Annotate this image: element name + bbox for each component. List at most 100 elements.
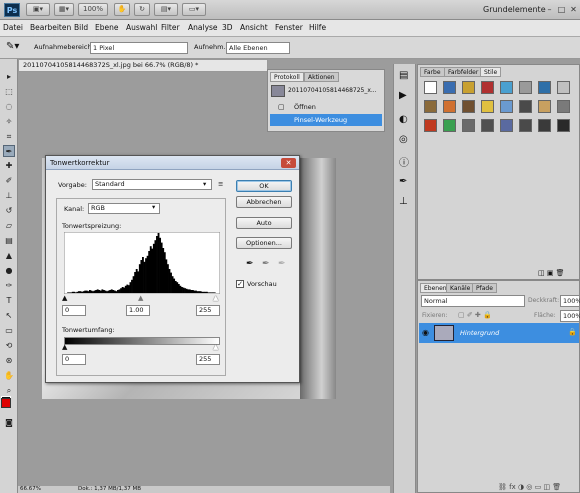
view-extras-button[interactable]: ▦▾ <box>54 3 74 16</box>
style-swatch[interactable] <box>538 119 551 132</box>
style-swatch[interactable] <box>538 100 551 113</box>
style-swatch[interactable] <box>557 100 570 113</box>
snapshot-label[interactable]: 20110704105814468725_x... <box>288 87 377 94</box>
tab-kanaele[interactable]: Kanäle <box>446 283 475 293</box>
rotate-view-button[interactable]: ↻ <box>134 3 150 16</box>
brush-dock-icon[interactable]: ✒ <box>399 176 407 187</box>
screen-mode-button[interactable]: ▭▾ <box>182 3 206 16</box>
output-white-field[interactable]: 255 <box>196 354 220 365</box>
blur-tool-icon[interactable]: ▲ <box>3 250 15 262</box>
tab-pfade[interactable]: Pfade <box>472 283 497 293</box>
channel-select[interactable]: RGB <box>88 203 160 214</box>
stamp-tool-icon[interactable]: ⊥ <box>3 190 15 202</box>
tab-protokoll[interactable]: Protokoll <box>270 72 304 82</box>
menu-hilfe[interactable]: Hilfe <box>309 23 326 32</box>
gamma-input-slider[interactable]: ▲ <box>138 294 143 302</box>
type-tool-icon[interactable]: T <box>3 295 15 307</box>
blend-mode-select[interactable]: Normal <box>421 295 525 307</box>
history-brush-icon[interactable]: ↺ <box>3 205 15 217</box>
layer-name[interactable]: Hintergrund <box>460 329 499 337</box>
sample-select[interactable]: Alle Ebenen <box>226 42 290 54</box>
quick-mask-icon[interactable]: ◙ <box>3 417 15 429</box>
style-swatch[interactable] <box>443 100 456 113</box>
dialog-close-icon[interactable]: ✕ <box>281 158 296 168</box>
eraser-tool-icon[interactable]: ▱ <box>3 220 15 232</box>
style-swatch[interactable] <box>557 119 570 132</box>
style-swatch[interactable] <box>519 100 532 113</box>
history-item-open[interactable]: Öffnen <box>294 103 316 111</box>
style-swatch[interactable] <box>557 81 570 94</box>
zoom-level-select[interactable]: 100% <box>78 3 108 16</box>
tab-stile[interactable]: Stile <box>480 67 502 77</box>
dodge-tool-icon[interactable]: ● <box>3 265 15 277</box>
style-swatch[interactable] <box>481 100 494 113</box>
style-swatch[interactable] <box>538 81 551 94</box>
panel-footer-icons[interactable]: ◫ ▣ 🗑 <box>538 269 565 277</box>
info-dock-icon[interactable]: ⓘ <box>399 154 409 169</box>
style-swatch[interactable] <box>424 100 437 113</box>
arrange-documents-button[interactable]: ▤▾ <box>154 3 178 16</box>
hand-tool-button[interactable]: ✋ <box>114 3 130 16</box>
masks-dock-icon[interactable]: ◎ <box>399 134 408 145</box>
close-icon[interactable]: ✕ <box>568 4 579 15</box>
style-swatch[interactable] <box>443 119 456 132</box>
preset-dropdown-icon[interactable]: ▾ <box>203 180 206 188</box>
move-tool-icon[interactable]: ▸ <box>3 71 15 83</box>
adjustments-dock-icon[interactable]: ◐ <box>399 114 408 125</box>
style-swatch[interactable] <box>519 119 532 132</box>
document-tab[interactable]: 20110704105814468372S_xl.jpg bei 66.7% (… <box>18 59 268 72</box>
white-eyedropper-icon[interactable]: ✒ <box>278 259 286 269</box>
style-swatch[interactable] <box>424 119 437 132</box>
hand-tool-icon[interactable]: ✋ <box>3 370 15 382</box>
background-color-swatch[interactable] <box>1 398 11 408</box>
shape-tool-icon[interactable]: ▭ <box>3 325 15 337</box>
menu-datei[interactable]: Datei <box>3 23 23 32</box>
eyedropper-icon[interactable]: ✎▾ <box>6 41 19 52</box>
pen-tool-icon[interactable]: ✑ <box>3 280 15 292</box>
minimize-icon[interactable]: – <box>544 4 555 15</box>
menu-ebene[interactable]: Ebene <box>95 23 118 32</box>
preset-select[interactable]: Standard <box>92 179 212 190</box>
style-swatch[interactable] <box>500 100 513 113</box>
tab-farbfelder[interactable]: Farbfelder <box>444 67 483 77</box>
quick-select-tool-icon[interactable]: ✧ <box>3 116 15 128</box>
black-output-slider[interactable]: ▲ <box>62 343 67 351</box>
menu-analyse[interactable]: Analyse <box>188 23 218 32</box>
style-swatch[interactable] <box>462 100 475 113</box>
output-black-field[interactable]: 0 <box>62 354 86 365</box>
style-swatch[interactable] <box>462 119 475 132</box>
preview-checkbox[interactable]: ✓ <box>236 280 244 288</box>
menu-bild[interactable]: Bild <box>74 23 88 32</box>
tab-farbe[interactable]: Farbe <box>420 67 445 77</box>
actions-dock-icon[interactable]: ▶ <box>399 90 407 101</box>
eyedropper-tool-icon[interactable]: ✒ <box>3 145 15 157</box>
menu-bearbeiten[interactable]: Bearbeiten <box>30 23 71 32</box>
layer-footer-icons[interactable]: ⛓ fx ◑ ◎ ▭ ◫ 🗑 <box>498 483 561 491</box>
3d-orbit-icon[interactable]: ⊛ <box>3 355 15 367</box>
cancel-button[interactable]: Abbrechen <box>236 196 292 208</box>
workspace-switcher[interactable]: Grundelemente <box>483 5 546 14</box>
white-output-slider[interactable]: ▲ <box>213 343 218 351</box>
auto-button[interactable]: Auto <box>236 217 292 229</box>
input-black-field[interactable]: 0 <box>62 305 86 316</box>
ok-button[interactable]: OK <box>236 180 292 192</box>
style-swatch[interactable] <box>424 81 437 94</box>
tab-aktionen[interactable]: Aktionen <box>304 72 339 82</box>
menu-filter[interactable]: Filter <box>161 23 180 32</box>
clone-dock-icon[interactable]: ⊥ <box>399 196 408 207</box>
menu-fenster[interactable]: Fenster <box>275 23 303 32</box>
black-eyedropper-icon[interactable]: ✒ <box>246 259 254 269</box>
menu-3d[interactable]: 3D <box>222 23 233 32</box>
lock-icons[interactable]: ▢ ✐ ✚ 🔒 <box>458 311 492 319</box>
preset-options-icon[interactable]: ≡ <box>218 180 223 188</box>
input-white-field[interactable]: 255 <box>196 305 220 316</box>
brush-tool-icon[interactable]: ✐ <box>3 175 15 187</box>
gray-eyedropper-icon[interactable]: ✒ <box>262 259 270 269</box>
channel-dropdown-icon[interactable]: ▾ <box>152 203 155 211</box>
crop-tool-icon[interactable]: ⌗ <box>3 131 15 143</box>
fill-field[interactable]: 100% <box>560 310 580 322</box>
opacity-field[interactable]: 100% <box>560 295 580 307</box>
style-swatch[interactable] <box>519 81 532 94</box>
menu-auswahl[interactable]: Auswahl <box>126 23 157 32</box>
input-gamma-field[interactable]: 1.00 <box>126 305 150 316</box>
